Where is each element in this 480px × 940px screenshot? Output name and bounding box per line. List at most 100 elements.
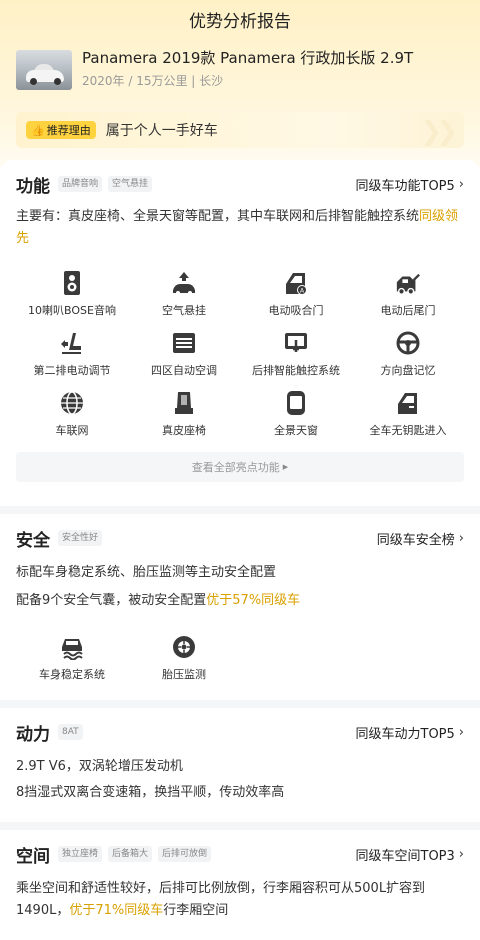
function-description: 主要有：真皮座椅、全景天窗等配置，其中车联网和后排智能触控系统同级领先 — [16, 206, 464, 250]
view-all-features-label: 查看全部亮点功能 — [191, 461, 280, 474]
power-chip: 8AT — [58, 724, 83, 740]
feature-label: 车身稳定系统 — [39, 668, 105, 681]
feature-label: 第二排电动调节 — [33, 364, 111, 377]
safety-section: 安全 安全性好 同级车安全榜 › 标配车身稳定系统、胎压监测等主动安全配置 配备… — [0, 518, 480, 700]
space-chip: 后排可放倒 — [158, 846, 212, 862]
touch-screen-icon — [283, 330, 309, 356]
leather-seat-icon — [171, 390, 197, 416]
feature-touch-screen[interactable]: 后排智能触控系统 — [240, 330, 352, 382]
view-all-features-button[interactable]: 查看全部亮点功能 ▶ — [16, 452, 464, 482]
space-chip: 独立座椅 — [58, 846, 103, 862]
stability-control-icon — [59, 634, 85, 660]
feature-speaker[interactable]: 10喇叭BOSE音响 — [16, 270, 128, 322]
feature-label: 电动吸合门 — [268, 304, 324, 317]
power-seat-icon — [59, 330, 85, 356]
feature-steering-wheel[interactable]: 方向盘记忆 — [352, 330, 464, 382]
connected-car-icon — [59, 390, 85, 416]
safety-title: 安全 — [16, 530, 50, 551]
feature-air-suspension[interactable]: 空气悬挂 — [128, 270, 240, 322]
power-top5-link[interactable]: 同级车动力TOP5 › — [356, 723, 465, 742]
space-title: 空间 — [16, 846, 50, 867]
section-divider — [0, 822, 480, 830]
feature-climate-control[interactable]: 四区自动空调 — [128, 330, 240, 382]
feature-label: 全景天窗 — [274, 424, 318, 437]
space-description-highlight: 优于71%同级车 — [69, 903, 164, 918]
car-meta: 2020年 / 15万公里 | 长沙 — [82, 74, 224, 88]
space-section: 空间 独立座椅 后备箱大 后排可放倒 同级车空间TOP3 › 乘坐空间和舒适性较… — [0, 834, 480, 922]
power-title: 动力 — [16, 724, 50, 745]
air-suspension-icon — [171, 270, 197, 296]
safety-chip: 安全性好 — [58, 530, 103, 546]
section-divider — [0, 506, 480, 514]
power-tailgate-icon — [395, 270, 421, 296]
feature-label: 电动后尾门 — [380, 304, 436, 317]
chevron-right-icon: › — [458, 530, 464, 546]
climate-control-icon — [171, 330, 197, 356]
feature-power-tailgate[interactable]: 电动后尾门 — [352, 270, 464, 322]
chevron-decoration-icon: ❯❯ — [420, 117, 457, 147]
soft-close-door-icon: A — [283, 270, 309, 296]
safety-rank-link-label: 同级车安全榜 — [376, 532, 455, 548]
safety-line-1: 标配车身稳定系统、胎压监测等主动安全配置 — [16, 565, 277, 580]
safety-line-2-text: 配备9个安全气囊，被动安全配置 — [16, 593, 207, 608]
power-line-1: 2.9T V6，双涡轮增压发动机 — [16, 759, 183, 774]
function-section: 功能 品牌音响 空气悬挂 同级车功能TOP5 › 主要有：真皮座椅、全景天窗等配… — [0, 160, 480, 506]
function-chip: 空气悬挂 — [108, 176, 153, 192]
car-info[interactable]: Panamera 2019款 Panamera 行政加长版 2.9T 2020年… — [0, 44, 480, 104]
report-page: 优势分析报告 Panamera 2019款 Panamera 行政加长版 2.9… — [0, 0, 480, 922]
steering-wheel-icon — [395, 330, 421, 356]
feature-label: 真皮座椅 — [162, 424, 206, 437]
feature-label: 空气悬挂 — [162, 304, 206, 317]
speaker-icon — [59, 270, 85, 296]
function-chip: 品牌音响 — [58, 176, 103, 192]
feature-label: 胎压监测 — [162, 668, 206, 681]
recommend-reason-card: 👍 推荐理由 属于个人一手好车 ❯❯ — [16, 112, 464, 148]
space-description-suffix: 行李厢空间 — [163, 903, 229, 918]
function-title: 功能 — [16, 176, 50, 197]
chevron-right-icon: › — [458, 724, 464, 740]
section-divider — [0, 700, 480, 708]
space-chip: 后备箱大 — [108, 846, 153, 862]
safety-rank-link[interactable]: 同级车安全榜 › — [377, 529, 464, 548]
function-top5-link-label: 同级车功能TOP5 — [355, 178, 455, 194]
feature-leather-seat[interactable]: 真皮座椅 — [128, 390, 240, 442]
safety-line-2: 配备9个安全气囊，被动安全配置优于57%同级车 — [16, 590, 464, 612]
keyless-entry-icon — [395, 390, 421, 416]
function-feature-grid: 10喇叭BOSE音响 空气悬挂 A 电动吸合门 电动后尾门 第二排电动调节 四区… — [16, 270, 464, 442]
feature-label: 四区自动空调 — [151, 364, 217, 377]
thumbs-up-icon: 👍 — [31, 123, 45, 137]
panoramic-sunroof-icon — [283, 390, 309, 416]
safety-feature-grid: 车身稳定系统 胎压监测 — [16, 634, 464, 686]
space-top3-link-label: 同级车空间TOP3 — [355, 848, 455, 864]
tire-pressure-icon — [171, 634, 197, 660]
page-title: 优势分析报告 — [189, 12, 291, 32]
recommend-reason-tag: 👍 推荐理由 — [26, 121, 96, 139]
power-line-2: 8挡湿式双离合变速箱，换挡平顺，传动效率高 — [16, 785, 285, 800]
feature-label: 车联网 — [55, 424, 89, 437]
recommend-reason-text: 属于个人一手好车 — [105, 123, 218, 139]
power-top5-link-label: 同级车动力TOP5 — [355, 726, 455, 742]
feature-panoramic-sunroof[interactable]: 全景天窗 — [240, 390, 352, 442]
feature-tire-pressure[interactable]: 胎压监测 — [128, 634, 240, 686]
feature-connected-car[interactable]: 车联网 — [16, 390, 128, 442]
chevron-right-icon: › — [458, 846, 464, 862]
feature-power-seat[interactable]: 第二排电动调节 — [16, 330, 128, 382]
feature-soft-close-door[interactable]: A 电动吸合门 — [240, 270, 352, 322]
safety-line-2-highlight: 优于57%同级车 — [206, 593, 301, 608]
space-top3-link[interactable]: 同级车空间TOP3 › — [356, 845, 465, 864]
function-description-text: 主要有：真皮座椅、全景天窗等配置，其中车联网和后排智能触控系统 — [16, 209, 420, 224]
chevron-right-icon: › — [458, 176, 464, 192]
function-top5-link[interactable]: 同级车功能TOP5 › — [356, 175, 465, 194]
feature-label: 后排智能触控系统 — [252, 364, 340, 377]
power-section: 动力 8AT 同级车动力TOP5 › 2.9T V6，双涡轮增压发动机 8挡湿式… — [0, 712, 480, 822]
feature-label: 方向盘记忆 — [380, 364, 436, 377]
feature-keyless-entry[interactable]: 全车无钥匙进入 — [352, 390, 464, 442]
space-description: 乘坐空间和舒适性较好，后排可比例放倒，行李厢容积可从500L扩容到1490L，优… — [16, 878, 464, 922]
car-thumbnail — [16, 50, 72, 90]
feature-label: 10喇叭BOSE音响 — [28, 304, 116, 317]
feature-stability-control[interactable]: 车身稳定系统 — [16, 634, 128, 686]
recommend-reason-tag-label: 推荐理由 — [46, 124, 91, 137]
car-name: Panamera 2019款 Panamera 行政加长版 2.9T — [82, 49, 414, 67]
triangle-right-icon: ▶ — [282, 463, 289, 471]
feature-label: 全车无钥匙进入 — [369, 424, 447, 437]
